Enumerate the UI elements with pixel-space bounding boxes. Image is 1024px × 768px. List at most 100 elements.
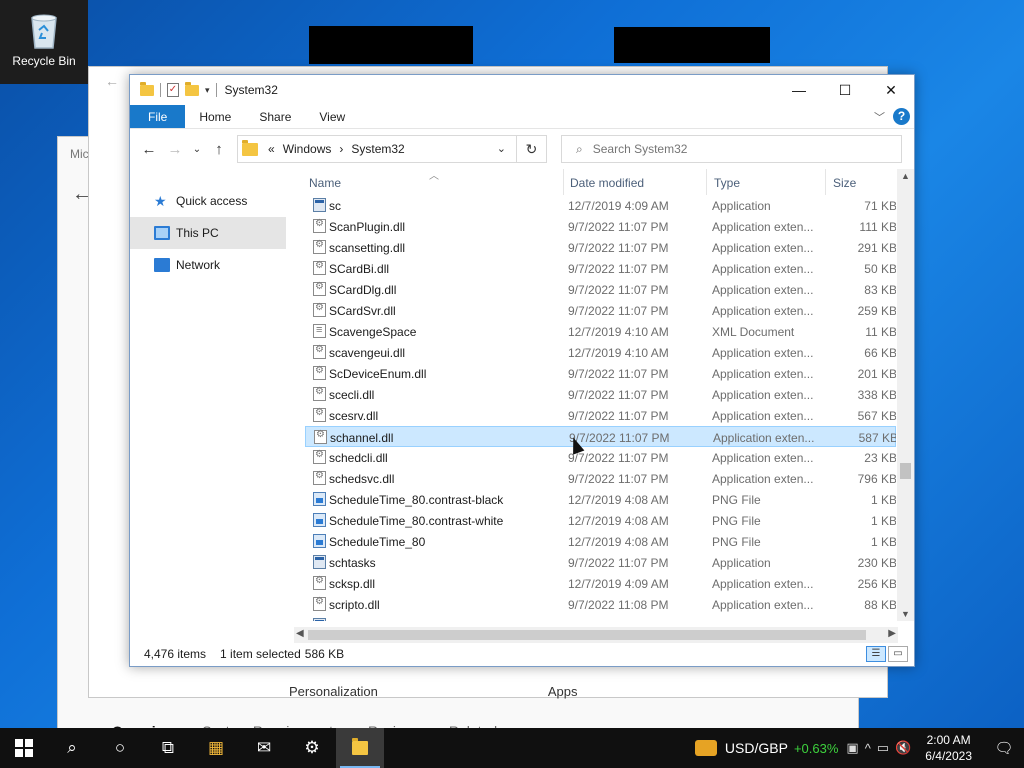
properties-icon[interactable]: ✓: [167, 83, 179, 97]
file-row[interactable]: ScheduleTime_80.contrast-black 12/7/2019 …: [305, 489, 896, 510]
nav-quick-access[interactable]: ★ Quick access: [130, 185, 304, 217]
file-date: 9/7/2022 11:07 PM: [568, 304, 669, 318]
refresh-icon[interactable]: ↻: [516, 136, 546, 162]
expand-ribbon-icon[interactable]: ﹀: [874, 109, 885, 125]
column-divider[interactable]: [706, 169, 707, 195]
file-row[interactable]: schedsvc.dll 9/7/2022 11:07 PM Application…: [305, 468, 896, 489]
network-icon[interactable]: ▭: [877, 740, 889, 756]
address-dropdown-icon[interactable]: ⌄: [497, 142, 506, 155]
scroll-right-icon[interactable]: ▶: [888, 628, 896, 639]
file-name: scansetting.dll: [329, 241, 406, 255]
file-row[interactable]: schtasks 9/7/2022 11:07 PM Application 230 …: [305, 552, 896, 573]
customize-toolbar-icon[interactable]: ▾: [205, 85, 210, 96]
new-folder-icon[interactable]: [185, 81, 199, 96]
breadcrumb-overflow[interactable]: «: [268, 142, 275, 156]
scroll-down-icon[interactable]: ▼: [901, 609, 910, 619]
large-icons-view-icon[interactable]: ▭: [888, 646, 908, 662]
file-list: ︿ Name Date modified Type Size sc 12/7/20…: [304, 169, 914, 627]
nav-label: This PC: [176, 226, 219, 240]
file-row[interactable]: schannel.dll 9/7/2022 11:07 PM Application…: [305, 426, 896, 447]
breadcrumb-system32[interactable]: System32: [351, 142, 404, 156]
file-row[interactable]: SCardBi.dll 9/7/2022 11:07 PM Application …: [305, 258, 896, 279]
column-date-modified[interactable]: Date modified: [570, 176, 644, 190]
file-size: 71 KB: [864, 199, 896, 213]
window-title: System32: [224, 83, 278, 97]
coins-icon: [694, 740, 717, 756]
show-hidden-icons-icon[interactable]: ^: [865, 741, 871, 756]
task-view-button[interactable]: ⧉: [144, 728, 192, 768]
file-row[interactable]: ScanPlugin.dll 9/7/2022 11:07 PM Applicati…: [305, 216, 896, 237]
nav-network[interactable]: Network: [130, 249, 304, 281]
file-row[interactable]: scksp.dll 12/7/2019 4:09 AM Application ex…: [305, 573, 896, 594]
clock[interactable]: 2:00 AM 6/4/2023: [925, 732, 972, 764]
file-date: 9/7/2022 11:07 PM: [568, 262, 669, 276]
column-divider[interactable]: [563, 169, 564, 195]
column-name[interactable]: Name: [309, 176, 341, 190]
title-bar[interactable]: ✓ ▾ System32 — ☐ ✕: [130, 75, 914, 105]
maximize-button[interactable]: ☐: [822, 75, 868, 105]
png-file-icon: [313, 513, 326, 527]
file-row[interactable]: scesrv.dll 9/7/2022 11:07 PM Application e…: [305, 405, 896, 426]
back-arrow-icon[interactable]: ←: [105, 73, 119, 89]
column-divider[interactable]: [825, 169, 826, 195]
app-file-icon: [313, 555, 326, 569]
start-button[interactable]: [0, 728, 48, 768]
notifications-icon[interactable]: 🗨: [984, 739, 1024, 757]
file-row[interactable]: ScriptRunner 9/7/2022 11:08 PM Application…: [305, 615, 896, 621]
breadcrumb-windows[interactable]: Windows: [283, 142, 332, 156]
file-row[interactable]: schedcli.dll 9/7/2022 11:07 PM Application…: [305, 447, 896, 468]
file-row[interactable]: scecli.dll 9/7/2022 11:07 PM Application e…: [305, 384, 896, 405]
file-size: 230 KB: [857, 556, 896, 570]
forward-button[interactable]: →: [162, 141, 188, 158]
file-row[interactable]: ScheduleTime_80 12/7/2019 4:08 AM PNG File…: [305, 531, 896, 552]
close-button[interactable]: ✕: [868, 75, 914, 105]
file-row[interactable]: scansetting.dll 9/7/2022 11:07 PM Applicat…: [305, 237, 896, 258]
personalization-label[interactable]: Personalization: [289, 684, 378, 699]
search-input[interactable]: [592, 142, 873, 156]
tab-home[interactable]: Home: [185, 105, 245, 128]
scrollbar-thumb[interactable]: [900, 463, 911, 479]
file-type: Application exten...: [712, 304, 814, 318]
ribbon-tabs: File Home Share View ﹀ ?: [130, 105, 914, 129]
cortana-button[interactable]: ○: [96, 728, 144, 768]
file-name: ScriptRunner: [329, 619, 561, 621]
file-row[interactable]: scripto.dll 9/7/2022 11:08 PM Application …: [305, 594, 896, 615]
horizontal-scrollbar[interactable]: ◀ ▶: [294, 627, 898, 643]
tab-view[interactable]: View: [305, 105, 359, 128]
breadcrumb-separator[interactable]: ›: [339, 142, 343, 156]
tab-file[interactable]: File: [130, 105, 186, 128]
column-type[interactable]: Type: [714, 176, 740, 190]
search-taskbar-button[interactable]: ⌕: [48, 728, 96, 768]
file-explorer-taskbar-button[interactable]: [336, 728, 384, 768]
address-bar[interactable]: « Windows › System32 ⌄ ↻: [237, 135, 547, 163]
recent-locations-button[interactable]: ⌄: [188, 144, 206, 155]
meet-now-icon[interactable]: ▣: [846, 740, 858, 756]
help-icon[interactable]: ?: [893, 108, 910, 125]
file-row[interactable]: ScheduleTime_80.contrast-white 12/7/2019 …: [305, 510, 896, 531]
details-view-icon[interactable]: ☰: [866, 646, 886, 662]
file-row[interactable]: ScavengeSpace 12/7/2019 4:10 AM XML Docume…: [305, 321, 896, 342]
up-button[interactable]: ↑: [206, 141, 232, 158]
scrollbar-thumb[interactable]: [308, 630, 866, 640]
apps-label[interactable]: Apps: [548, 684, 578, 699]
minimize-button[interactable]: —: [776, 75, 822, 105]
file-row[interactable]: SCardDlg.dll 9/7/2022 11:07 PM Application…: [305, 279, 896, 300]
file-row[interactable]: ScDeviceEnum.dll 9/7/2022 11:07 PM Applica…: [305, 363, 896, 384]
nav-this-pc[interactable]: This PC: [130, 217, 286, 249]
volume-muted-icon[interactable]: 🔇: [895, 740, 911, 756]
settings-button[interactable]: ⚙: [288, 728, 336, 768]
tab-share[interactable]: Share: [245, 105, 305, 128]
vertical-scrollbar[interactable]: ▲ ▼: [897, 169, 914, 621]
scroll-up-icon[interactable]: ▲: [901, 171, 910, 181]
recycle-bin-shortcut[interactable]: Recycle Bin: [0, 0, 88, 84]
column-size[interactable]: Size: [833, 176, 856, 190]
ticker-widget[interactable]: USD/GBP +0.63%: [725, 740, 838, 756]
scroll-left-icon[interactable]: ◀: [296, 628, 304, 639]
search-box[interactable]: ⌕: [561, 135, 902, 163]
back-button[interactable]: ←: [136, 141, 162, 158]
file-row[interactable]: scavengeui.dll 12/7/2019 4:10 AM Applicati…: [305, 342, 896, 363]
file-row[interactable]: sc 12/7/2019 4:09 AM Application 71 KB: [305, 195, 896, 216]
store-button[interactable]: ▦: [192, 728, 240, 768]
file-row[interactable]: SCardSvr.dll 9/7/2022 11:07 PM Application…: [305, 300, 896, 321]
mail-button[interactable]: ✉: [240, 728, 288, 768]
